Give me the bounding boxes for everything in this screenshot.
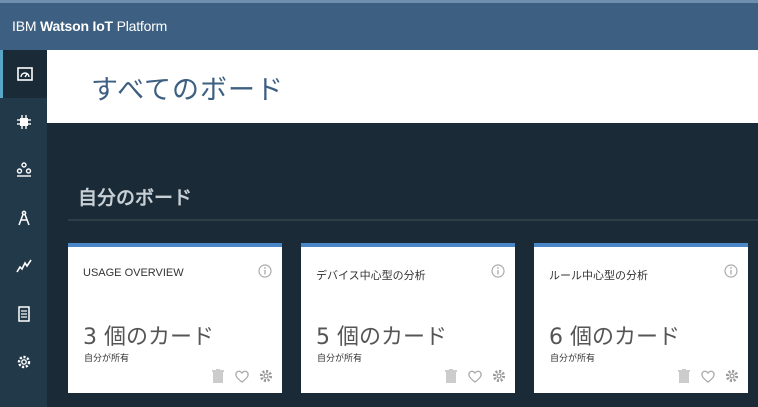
card-owner: 自分が所有 <box>550 354 596 364</box>
heart-icon[interactable] <box>467 368 483 384</box>
members-icon <box>16 162 31 177</box>
sidebar-item-settings[interactable] <box>0 338 47 386</box>
card-title: USAGE OVERVIEW <box>83 267 184 279</box>
card-count: 5 個のカード <box>316 325 447 350</box>
card-actions <box>210 368 274 384</box>
top-bar: IBM Watson IoT Platform <box>0 0 758 50</box>
sidebar-item-analytics[interactable] <box>0 242 47 290</box>
chip-icon <box>16 115 31 129</box>
info-icon[interactable] <box>258 264 272 278</box>
heart-icon[interactable] <box>700 368 716 384</box>
board-card[interactable]: USAGE OVERVIEW 3 個のカード 自分が所有 <box>68 243 282 393</box>
trash-icon[interactable] <box>443 368 459 384</box>
heart-icon[interactable] <box>234 368 250 384</box>
section-title: 自分のボード <box>78 187 193 209</box>
sidebar-item-members[interactable] <box>0 146 47 194</box>
board-card[interactable]: デバイス中心型の分析 5 個のカード 自分が所有 <box>301 243 515 393</box>
gear-icon[interactable] <box>724 368 740 384</box>
card-title: デバイス中心型の分析 <box>316 270 426 282</box>
info-icon[interactable] <box>724 264 738 278</box>
gear-icon[interactable] <box>491 368 507 384</box>
card-count: 6 個のカード <box>549 325 680 350</box>
brand-watson: Watson <box>39 18 93 34</box>
gear-icon[interactable] <box>258 368 274 384</box>
card-actions <box>676 368 740 384</box>
sidebar-item-devices[interactable] <box>0 98 47 146</box>
trash-icon[interactable] <box>210 368 226 384</box>
dashboard-icon <box>17 67 33 81</box>
card-title: ルール中心型の分析 <box>549 270 648 282</box>
sidebar <box>0 50 47 407</box>
sidebar-item-reports[interactable] <box>0 290 47 338</box>
brand-ibm: IBM <box>12 18 40 34</box>
card-owner: 自分が所有 <box>84 354 130 364</box>
page-header: すべてのボード <box>47 50 758 123</box>
document-icon <box>17 306 30 322</box>
section-divider <box>68 219 758 221</box>
sidebar-item-boards[interactable] <box>0 50 47 98</box>
brand-platform: Platform <box>112 18 168 34</box>
page-title: すべてのボード <box>91 75 285 106</box>
sidebar-item-rules[interactable] <box>0 194 47 242</box>
board-card[interactable]: ルール中心型の分析 6 個のカード 自分が所有 <box>534 243 748 393</box>
trash-icon[interactable] <box>676 368 692 384</box>
card-owner: 自分が所有 <box>317 354 363 364</box>
card-actions <box>443 368 507 384</box>
analytics-icon <box>15 259 32 273</box>
brand-iot: IoT <box>92 18 114 34</box>
brand-logo[interactable]: IBM Watson IoT Platform <box>12 18 167 34</box>
info-icon[interactable] <box>491 264 505 278</box>
card-count: 3 個のカード <box>83 325 214 350</box>
gear-icon <box>17 355 30 369</box>
compass-icon <box>17 210 30 226</box>
